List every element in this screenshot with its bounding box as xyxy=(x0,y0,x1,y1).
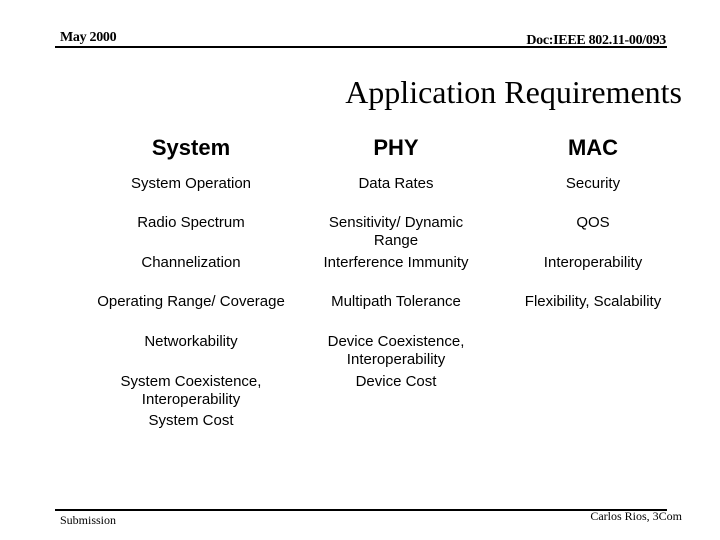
system-item: System Operation xyxy=(130,175,252,192)
system-item: Radio Spectrum xyxy=(137,214,245,231)
system-item: Networkability xyxy=(144,333,238,350)
slide: May 2000 Doc:IEEE 802.11-00/093 Applicat… xyxy=(0,0,720,540)
phy-item: Multipath Tolerance xyxy=(331,293,461,310)
phy-item: Device Coexistence, Interoperability xyxy=(327,333,465,368)
footer-rule xyxy=(55,509,667,511)
column-heading-system: System xyxy=(151,135,231,160)
mac-item: Security xyxy=(565,175,621,192)
column-heading-phy: PHY xyxy=(373,135,419,160)
phy-item: Data Rates xyxy=(358,175,434,192)
mac-item: Flexibility, Scalability xyxy=(524,293,662,310)
column-heading-mac: MAC xyxy=(567,135,619,160)
slide-title: Application Requirements xyxy=(345,74,682,110)
phy-item: Sensitivity/ Dynamic Range xyxy=(328,214,464,249)
phy-item: Device Cost xyxy=(355,373,437,390)
system-item: Operating Range/ Coverage xyxy=(97,293,285,310)
system-item: System Cost xyxy=(148,412,234,429)
mac-item: Interoperability xyxy=(543,254,643,271)
system-item: System Coexistence, Interoperability xyxy=(120,373,262,408)
header-rule xyxy=(55,46,667,48)
mac-item: QOS xyxy=(576,214,610,231)
header-date: May 2000 xyxy=(60,30,117,45)
footer-author: Carlos Rios, 3Com xyxy=(590,509,682,523)
phy-item: Interference Immunity xyxy=(323,254,469,271)
footer-submission: Submission xyxy=(60,513,117,527)
system-item: Channelization xyxy=(141,254,241,271)
